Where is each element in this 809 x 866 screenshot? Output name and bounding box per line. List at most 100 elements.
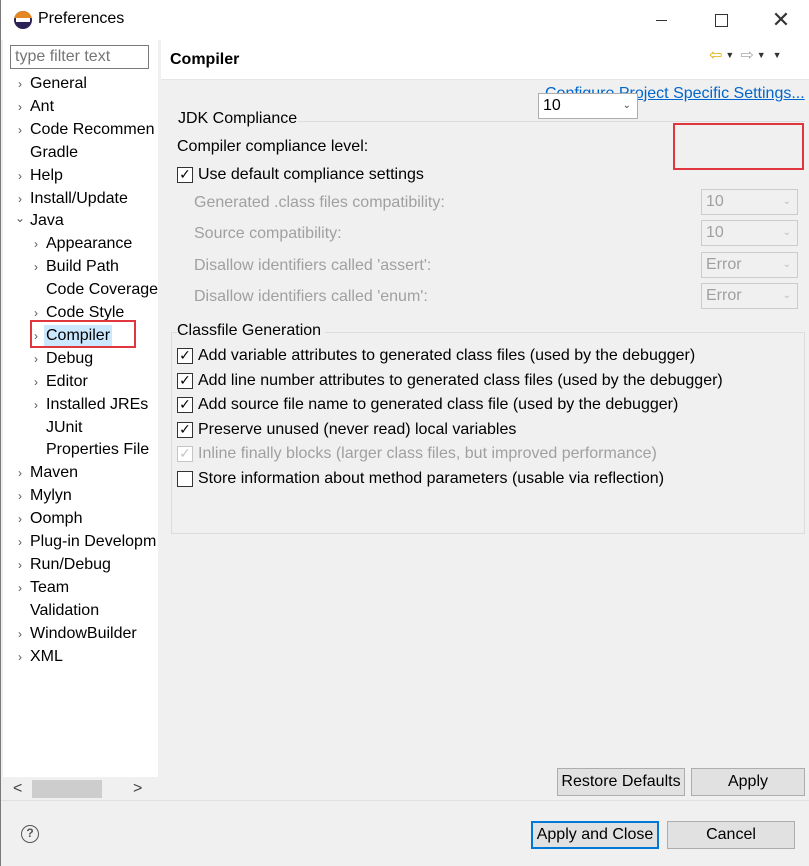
forward-arrow-icon[interactable]: ⇨ bbox=[740, 45, 753, 65]
chevron-right-icon[interactable]: › bbox=[15, 646, 25, 668]
close-button[interactable]: ✕ bbox=[751, 0, 809, 40]
chevron-right-icon[interactable]: › bbox=[15, 73, 25, 95]
tree-item[interactable]: Validation bbox=[3, 600, 158, 622]
filter-input[interactable] bbox=[10, 45, 149, 69]
chevron-right-icon[interactable]: › bbox=[15, 577, 25, 599]
chevron-right-icon[interactable]: › bbox=[15, 508, 25, 530]
preferences-window: Preferences ✕ › General › Ant › Code Recommen… bbox=[0, 0, 809, 866]
help-icon[interactable]: ? bbox=[21, 825, 39, 843]
history-navigation: ⇦ ▼ ⇨ ▼ ▼ bbox=[709, 46, 786, 64]
chevron-right-icon[interactable]: › bbox=[15, 119, 25, 141]
tree-item[interactable]: › Installed JREs bbox=[3, 394, 158, 416]
scroll-right-icon[interactable]: > bbox=[133, 780, 142, 798]
tree-item[interactable]: Code Coverage bbox=[3, 279, 158, 301]
tree-item[interactable]: › General bbox=[3, 73, 158, 95]
preference-tree: › General › Ant › Code Recommen Gradle › Help › In… bbox=[3, 73, 158, 785]
apply-and-close-button[interactable]: Apply and Close bbox=[531, 821, 659, 849]
chevron-right-icon[interactable]: › bbox=[15, 188, 25, 210]
source-compat-label: Source compatibility: bbox=[194, 225, 342, 242]
chevron-right-icon[interactable]: › bbox=[31, 371, 41, 393]
tree-item-label: Plug-in Developm bbox=[30, 533, 157, 550]
scrollbar-thumb[interactable] bbox=[32, 780, 102, 798]
tree-item[interactable]: › Oomph bbox=[3, 508, 158, 530]
tree-item[interactable]: › Mylyn bbox=[3, 485, 158, 507]
tree-item[interactable]: › Team bbox=[3, 577, 158, 599]
checkbox-icon[interactable]: ✓ bbox=[177, 348, 193, 364]
tree-item-label: Team bbox=[30, 578, 70, 596]
minimize-button[interactable] bbox=[631, 0, 691, 40]
restore-defaults-button[interactable]: Restore Defaults bbox=[557, 768, 685, 796]
chevron-right-icon[interactable]: › bbox=[31, 233, 41, 255]
chevron-right-icon[interactable]: › bbox=[15, 554, 25, 576]
generated-compat-dropdown[interactable]: 10 ⌄ bbox=[701, 189, 798, 215]
disallow-enum-value: Error bbox=[706, 287, 742, 304]
tree-item-label: Maven bbox=[30, 464, 79, 482]
chevron-down-icon: ⌄ bbox=[782, 196, 791, 207]
checkbox-icon[interactable]: ✓ bbox=[177, 397, 193, 413]
forward-dropdown-icon[interactable]: ▼ bbox=[757, 50, 766, 60]
chevron-right-icon[interactable]: › bbox=[15, 485, 25, 507]
tree-item[interactable]: › Run/Debug bbox=[3, 554, 158, 576]
tree-item-label: JUnit bbox=[46, 418, 83, 436]
compliance-highlight-box bbox=[673, 123, 804, 170]
tree-item-label: Code Coverage bbox=[46, 281, 158, 299]
tree-item[interactable]: › Build Path bbox=[3, 256, 158, 278]
disallow-assert-label: Disallow identifiers called 'assert': bbox=[194, 257, 432, 274]
tree-item[interactable]: › Ant bbox=[3, 96, 158, 118]
checkbox-icon[interactable] bbox=[177, 470, 193, 487]
window-title: Preferences bbox=[38, 10, 125, 27]
disallow-enum-dropdown[interactable]: Error ⌄ bbox=[701, 283, 798, 309]
tree-item[interactable]: › WindowBuilder bbox=[3, 623, 158, 645]
chevron-down-icon[interactable]: ⌄ bbox=[15, 207, 25, 229]
dialog-button-bar: ? Apply and Close Cancel bbox=[1, 800, 809, 866]
view-menu-icon[interactable]: ▼ bbox=[773, 50, 782, 60]
tree-item[interactable]: ⌄ Java bbox=[3, 210, 158, 232]
chevron-right-icon[interactable]: › bbox=[15, 623, 25, 645]
compliance-level-dropdown[interactable]: 10 ⌄ bbox=[538, 93, 638, 119]
generated-compat-value: 10 bbox=[706, 193, 724, 210]
chevron-right-icon[interactable]: › bbox=[15, 462, 25, 484]
back-dropdown-icon[interactable]: ▼ bbox=[725, 50, 734, 60]
tree-item[interactable]: › XML bbox=[3, 646, 158, 668]
use-default-compliance-label: Use default compliance settings bbox=[198, 166, 424, 183]
chevron-down-icon: ⌄ bbox=[782, 227, 791, 238]
title-bar: Preferences ✕ bbox=[1, 0, 809, 40]
preference-tree-panel: › General › Ant › Code Recommen Gradle › Help › In… bbox=[3, 40, 158, 800]
tree-item[interactable]: › Plug-in Developm bbox=[3, 531, 158, 553]
chevron-right-icon[interactable]: › bbox=[15, 531, 25, 553]
source-compat-dropdown[interactable]: 10 ⌄ bbox=[701, 220, 798, 246]
disallow-assert-dropdown[interactable]: Error ⌄ bbox=[701, 252, 798, 278]
maximize-button[interactable] bbox=[691, 0, 751, 40]
tree-item[interactable]: › Debug bbox=[3, 348, 158, 370]
chevron-right-icon[interactable]: › bbox=[31, 348, 41, 370]
chevron-right-icon[interactable]: › bbox=[31, 256, 41, 278]
tree-item[interactable]: › Editor bbox=[3, 371, 158, 393]
checkbox-icon[interactable]: ✓ bbox=[177, 421, 193, 438]
generated-compat-label: Generated .class files compatibility: bbox=[194, 194, 445, 211]
tree-item[interactable]: JUnit bbox=[3, 417, 158, 439]
tree-item[interactable]: › Install/Update bbox=[3, 188, 158, 210]
classfile-option-label: Inline finally blocks (larger class file… bbox=[198, 445, 657, 462]
checkbox-icon[interactable]: ✓ bbox=[177, 167, 193, 183]
tree-item[interactable]: › Maven bbox=[3, 462, 158, 484]
chevron-right-icon[interactable]: › bbox=[15, 96, 25, 118]
tree-item[interactable]: › Code Recommen bbox=[3, 119, 158, 141]
compliance-level-value: 10 bbox=[543, 97, 561, 114]
tree-horizontal-scrollbar[interactable]: < > bbox=[3, 777, 158, 801]
checkbox-icon[interactable]: ✓ bbox=[177, 372, 193, 389]
tree-item-label: Mylyn bbox=[30, 487, 72, 505]
scroll-left-icon[interactable]: < bbox=[13, 780, 22, 798]
disallow-enum-label: Disallow identifiers called 'enum': bbox=[194, 288, 428, 305]
apply-button[interactable]: Apply bbox=[691, 768, 805, 796]
tree-item[interactable]: › Help bbox=[3, 165, 158, 187]
tree-item[interactable]: › Appearance bbox=[3, 233, 158, 255]
tree-item-label: General bbox=[30, 75, 87, 92]
maximize-icon bbox=[714, 13, 728, 27]
chevron-right-icon[interactable]: › bbox=[15, 165, 25, 187]
cancel-button[interactable]: Cancel bbox=[667, 821, 795, 849]
chevron-right-icon[interactable]: › bbox=[31, 394, 41, 416]
classfile-option-label: Add variable attributes to generated cla… bbox=[198, 347, 696, 364]
back-arrow-icon[interactable]: ⇦ bbox=[709, 45, 722, 65]
tree-item[interactable]: Gradle bbox=[3, 142, 158, 164]
tree-item[interactable]: Properties File bbox=[3, 439, 158, 461]
